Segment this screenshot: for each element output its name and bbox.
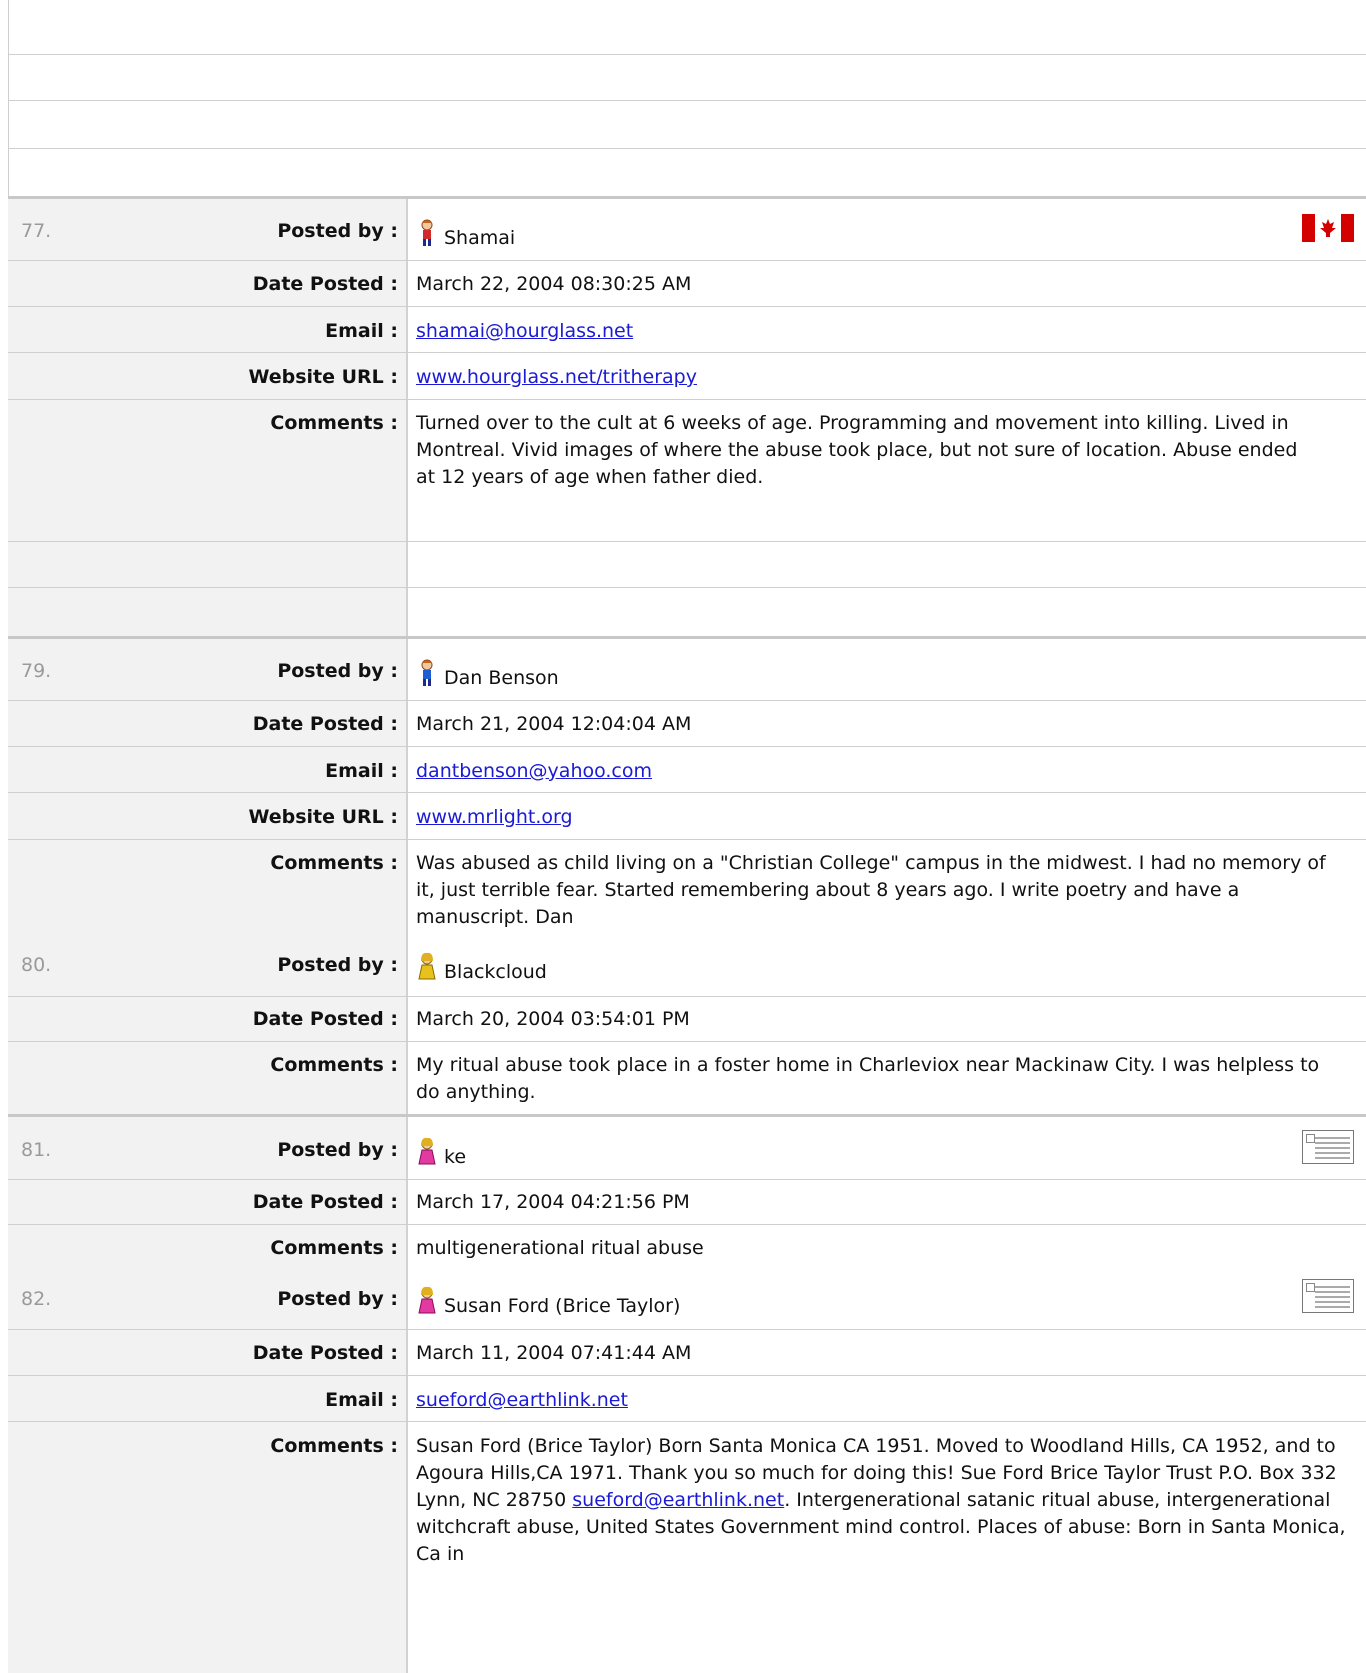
column-divider (406, 636, 408, 1115)
email-label: Email : (325, 760, 398, 782)
broken-image-icon (1302, 1130, 1354, 1164)
row-divider (8, 1041, 1366, 1042)
poster-name: ke (444, 1146, 467, 1168)
left-border (8, 0, 9, 196)
date-posted-label: Date Posted : (252, 1191, 398, 1213)
posted-by-label: Posted by : (277, 954, 398, 976)
row-divider (8, 746, 1366, 747)
email-value: dantbenson@yahoo.com (416, 758, 1356, 785)
row-divider (8, 996, 1366, 997)
row-divider (8, 1375, 1366, 1376)
comments-value: Was abused as child living on a "Christi… (416, 852, 1326, 928)
row-divider (8, 839, 1366, 840)
date-posted-label: Date Posted : (252, 1008, 398, 1030)
male-avatar-icon (421, 219, 433, 246)
date-posted-value: March 22, 2004 08:30:25 AM (416, 273, 692, 295)
divider (8, 100, 1366, 101)
poster-name: Dan Benson (444, 667, 559, 689)
comments-label: Comments : (270, 412, 398, 434)
row-divider (8, 700, 1366, 701)
canada-flag-icon (1302, 214, 1354, 242)
email-link[interactable]: sueford@earthlink.net (416, 1389, 628, 1411)
date-posted-value: March 20, 2004 03:54:01 PM (416, 1008, 690, 1030)
comments-value: My ritual abuse took place in a foster h… (416, 1054, 1320, 1103)
date-posted-value: March 17, 2004 04:21:56 PM (416, 1191, 690, 1213)
row-divider (8, 1421, 1366, 1422)
posted-by-value: Blackcloud (416, 952, 1356, 986)
entry-number: 79. (21, 660, 52, 682)
divider (8, 148, 1366, 149)
posted-by-label: Posted by : (277, 220, 398, 242)
email-value: sueford@earthlink.net (416, 1387, 1356, 1414)
email-value: shamai@hourglass.net (416, 318, 1356, 345)
posted-by-value: Dan Benson (416, 658, 1356, 692)
row-divider (8, 587, 1366, 588)
row-divider (8, 541, 1366, 542)
row-divider (8, 792, 1366, 793)
male-avatar-icon (421, 659, 433, 686)
comments-email-link[interactable]: sueford@earthlink.net (572, 1489, 784, 1511)
posted-by-label: Posted by : (277, 660, 398, 682)
email-label: Email : (325, 320, 398, 342)
website-link[interactable]: www.hourglass.net/tritherapy (416, 366, 697, 388)
row-divider (8, 260, 1366, 261)
comments-value: multigenerational ritual abuse (416, 1237, 704, 1259)
entry-number: 82. (21, 1288, 52, 1310)
comments-label: Comments : (270, 1435, 398, 1457)
column-divider (406, 1114, 408, 1673)
posted-by-label: Posted by : (277, 1288, 398, 1310)
row-divider (8, 352, 1366, 353)
entry-number: 80. (21, 954, 52, 976)
female-avatar-icon (418, 1286, 436, 1314)
website-label: Website URL : (248, 366, 398, 388)
broken-image-icon (1302, 1279, 1354, 1313)
email-link[interactable]: shamai@hourglass.net (416, 320, 633, 342)
email-label: Email : (325, 1389, 398, 1411)
posted-by-label: Posted by : (277, 1139, 398, 1161)
column-divider (406, 196, 408, 636)
website-value: www.mrlight.org (416, 804, 1356, 831)
date-posted-label: Date Posted : (252, 1342, 398, 1364)
comments-value: Susan Ford (Brice Taylor) Born Santa Mon… (416, 1433, 1352, 1568)
row-divider (8, 1179, 1366, 1180)
female-avatar-icon (418, 1137, 436, 1165)
entry-divider (8, 636, 1366, 639)
website-value: www.hourglass.net/tritherapy (416, 364, 1356, 391)
date-posted-value: March 11, 2004 07:41:44 AM (416, 1342, 692, 1364)
posted-by-value: Susan Ford (Brice Taylor) (416, 1286, 1356, 1320)
row-divider (8, 399, 1366, 400)
date-posted-value: March 21, 2004 12:04:04 AM (416, 713, 692, 735)
comments-value: Turned over to the cult at 6 weeks of ag… (416, 412, 1298, 488)
female-avatar-icon (418, 952, 436, 980)
date-posted-label: Date Posted : (252, 713, 398, 735)
entry-79: 79. Posted by : Dan Benson Date Posted :… (8, 636, 1366, 1115)
date-posted-label: Date Posted : (252, 273, 398, 295)
entry-number: 77. (21, 220, 52, 242)
entry-divider (8, 1114, 1366, 1117)
row-divider (8, 1224, 1366, 1225)
entry-divider (8, 196, 1366, 199)
website-link[interactable]: www.mrlight.org (416, 806, 573, 828)
divider (8, 54, 1366, 55)
entry-81: 81. Posted by : ke Date Posted : March 1… (8, 1114, 1366, 1673)
entry-number: 81. (21, 1139, 52, 1161)
website-label: Website URL : (248, 806, 398, 828)
poster-name: Susan Ford (Brice Taylor) (444, 1295, 681, 1317)
entry-77: 77. Posted by : Shamai Date Posted : Mar… (8, 196, 1366, 636)
comments-label: Comments : (270, 1237, 398, 1259)
label-column (8, 636, 406, 1115)
row-divider (8, 1329, 1366, 1330)
poster-name: Blackcloud (444, 961, 547, 983)
comments-label: Comments : (270, 1054, 398, 1076)
posted-by-value: ke (416, 1137, 1356, 1171)
email-link[interactable]: dantbenson@yahoo.com (416, 760, 652, 782)
posted-by-value: Shamai (416, 218, 1356, 252)
poster-name: Shamai (444, 227, 516, 249)
row-divider (8, 306, 1366, 307)
comments-label: Comments : (270, 852, 398, 874)
guestbook-page: { "entries": { "e77": { "number": "77.",… (0, 0, 1366, 1673)
